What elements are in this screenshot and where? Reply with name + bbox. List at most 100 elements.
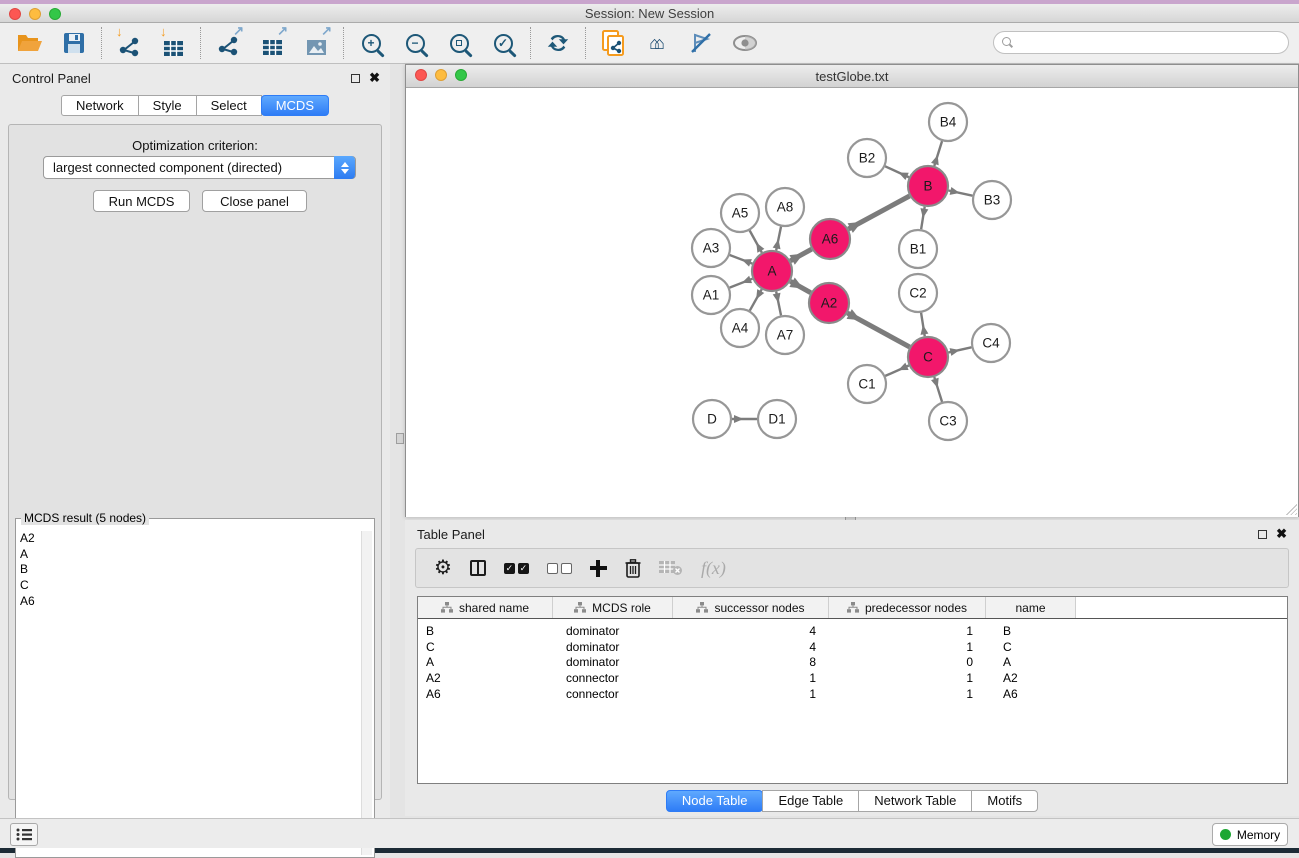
zoom-in-button[interactable]: + — [349, 25, 393, 61]
show-columns-button[interactable] — [470, 553, 486, 583]
show-panels-button[interactable] — [10, 823, 38, 846]
tab-edge-table[interactable]: Edge Table — [762, 790, 859, 812]
column-header-shared-name[interactable]: shared name — [418, 597, 553, 618]
table-panel: Table Panel ✖ ⚙ — [405, 520, 1299, 816]
network-title: testGlobe.txt — [406, 69, 1298, 84]
memory-button[interactable]: Memory — [1212, 823, 1288, 846]
node-label-B3: B3 — [984, 193, 1001, 208]
delete-table-button[interactable] — [659, 553, 683, 583]
tab-select[interactable]: Select — [196, 95, 262, 116]
export-table-button[interactable]: ↗ — [250, 25, 294, 61]
hide-graphics-details-button[interactable] — [679, 25, 723, 61]
column-header-name[interactable]: name — [986, 597, 1076, 618]
cell-predecessor-nodes[interactable]: 1 — [829, 623, 986, 639]
tab-network[interactable]: Network — [61, 95, 139, 116]
import-table-button[interactable]: ↓ — [151, 25, 195, 61]
cell-name[interactable]: B — [986, 623, 1076, 639]
cell-successor-nodes[interactable]: 4 — [673, 639, 829, 655]
mcds-result-item[interactable]: C — [20, 578, 358, 594]
mcds-result-item[interactable]: A2 — [20, 531, 358, 547]
cell-predecessor-nodes[interactable]: 1 — [829, 639, 986, 655]
cell-name[interactable]: A2 — [986, 670, 1076, 686]
tab-network-table[interactable]: Network Table — [858, 790, 972, 812]
network-graph[interactable]: B4B2BB3B1A5A8A6A3AA1A2C2A4A7CC4C1C3DD1 — [406, 89, 1298, 517]
optimization-criterion-select[interactable]: largest connected component (directed) — [43, 156, 356, 179]
edge-arrowhead — [920, 208, 928, 218]
float-panel-icon[interactable] — [351, 74, 360, 83]
table-row[interactable]: A dominator 8 0 A — [418, 654, 1287, 670]
column-header-predecessor-nodes[interactable]: predecessor nodes — [829, 597, 986, 618]
cell-shared-name[interactable]: A6 — [418, 686, 553, 702]
cell-predecessor-nodes[interactable]: 0 — [829, 654, 986, 670]
first-neighbors-button[interactable]: ⌂⌂ — [635, 25, 679, 61]
close-table-panel-icon[interactable]: ✖ — [1276, 526, 1287, 542]
cell-name[interactable]: A — [986, 654, 1076, 670]
open-session-button[interactable] — [8, 25, 52, 61]
table-panel-title: Table Panel — [417, 527, 485, 542]
delete-columns-button[interactable] — [625, 553, 641, 583]
export-image-button[interactable]: ↗ — [294, 25, 338, 61]
create-column-button[interactable] — [590, 553, 607, 583]
select-all-button[interactable] — [504, 553, 529, 583]
zoom-fit-button[interactable] — [437, 25, 481, 61]
save-floppy-icon — [63, 32, 85, 54]
control-panel: Control Panel ✖ Network Style Select MCD… — [0, 64, 390, 818]
birds-eye-view-button[interactable] — [723, 25, 767, 61]
import-network-button[interactable]: ↓ — [107, 25, 151, 61]
table-row[interactable]: A2 connector 1 1 A2 — [418, 670, 1287, 686]
export-arrow-icon: ↗ — [233, 25, 244, 36]
export-network-button[interactable]: ↗ — [206, 25, 250, 61]
result-scrollbar[interactable] — [361, 531, 372, 855]
cell-predecessor-nodes[interactable]: 1 — [829, 686, 986, 702]
cell-successor-nodes[interactable]: 1 — [673, 686, 829, 702]
new-network-from-selection-button[interactable] — [591, 25, 635, 61]
cell-name[interactable]: A6 — [986, 686, 1076, 702]
select-all-icon — [504, 563, 529, 574]
run-mcds-button[interactable]: Run MCDS — [93, 190, 190, 212]
mcds-result-item[interactable]: A6 — [20, 594, 358, 610]
tab-motifs[interactable]: Motifs — [971, 790, 1038, 812]
table-row[interactable]: C dominator 4 1 C — [418, 639, 1287, 655]
cell-shared-name[interactable]: A — [418, 654, 553, 670]
vertical-split-handle[interactable] — [396, 433, 404, 444]
tab-style[interactable]: Style — [138, 95, 197, 116]
cell-mcds-role[interactable]: dominator — [553, 639, 673, 655]
cell-mcds-role[interactable]: dominator — [553, 654, 673, 670]
cell-shared-name[interactable]: A2 — [418, 670, 553, 686]
zoom-selected-button[interactable]: ✓ — [481, 25, 525, 61]
network-window-titlebar[interactable]: testGlobe.txt — [406, 65, 1298, 88]
column-header-mcds-role[interactable]: MCDS role — [553, 597, 673, 618]
close-panel-icon[interactable]: ✖ — [369, 70, 380, 86]
table-options-button[interactable]: ⚙ — [434, 553, 452, 583]
mcds-result-list[interactable]: A2 A B C A6 — [20, 531, 358, 853]
column-header-successor-nodes[interactable]: successor nodes — [673, 597, 829, 618]
cell-shared-name[interactable]: C — [418, 639, 553, 655]
save-session-button[interactable] — [52, 25, 96, 61]
unselect-all-button[interactable] — [547, 553, 572, 583]
float-table-panel-icon[interactable] — [1258, 530, 1267, 539]
cell-mcds-role[interactable]: connector — [553, 686, 673, 702]
cell-successor-nodes[interactable]: 1 — [673, 670, 829, 686]
zoom-out-button[interactable]: − — [393, 25, 437, 61]
mcds-result-item[interactable]: A — [20, 547, 358, 563]
close-panel-button[interactable]: Close panel — [202, 190, 307, 212]
cell-mcds-role[interactable]: dominator — [553, 623, 673, 639]
table-row[interactable]: A6 connector 1 1 A6 — [418, 686, 1287, 702]
cell-mcds-role[interactable]: connector — [553, 670, 673, 686]
search-input[interactable] — [993, 31, 1289, 54]
network-canvas[interactable]: B4B2BB3B1A5A8A6A3AA1A2C2A4A7CC4C1C3DD1 — [406, 89, 1298, 517]
cell-predecessor-nodes[interactable]: 1 — [829, 670, 986, 686]
tab-mcds[interactable]: MCDS — [261, 95, 329, 116]
resize-grip[interactable] — [1286, 504, 1297, 515]
table-grid-icon — [263, 40, 282, 55]
cell-successor-nodes[interactable]: 8 — [673, 654, 829, 670]
mcds-result-item[interactable]: B — [20, 562, 358, 578]
cell-shared-name[interactable]: B — [418, 623, 553, 639]
node-label-A7: A7 — [777, 328, 794, 343]
cell-successor-nodes[interactable]: 4 — [673, 623, 829, 639]
apply-layout-button[interactable] — [536, 25, 580, 61]
table-row[interactable]: B dominator 4 1 B — [418, 623, 1287, 639]
cell-name[interactable]: C — [986, 639, 1076, 655]
tab-node-table[interactable]: Node Table — [666, 790, 764, 812]
function-builder-button[interactable]: f(x) — [701, 553, 726, 583]
